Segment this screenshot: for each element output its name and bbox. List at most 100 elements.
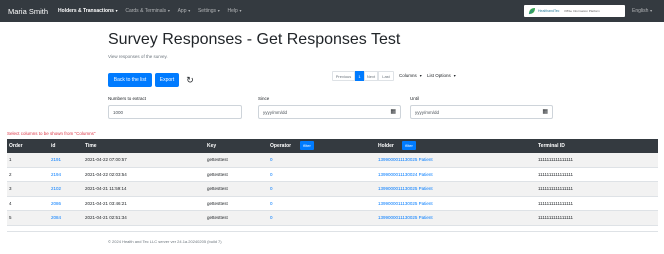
nav-holders-transactions[interactable]: Holders & Transactions▼ <box>58 8 118 14</box>
since-placeholder: yyyy/mm/dd <box>263 109 288 115</box>
cell-holder-link[interactable]: 1399000011130025 Patient <box>378 186 433 191</box>
cell-order: 2 <box>9 171 12 177</box>
cell-id-link[interactable]: 2084 <box>51 215 61 220</box>
cell-terminal-id: 1111111111111111 <box>538 200 574 206</box>
table-row[interactable]: 5 2084 2021-04-21 02:51:34 gettesttest 0… <box>7 211 658 226</box>
cell-id-link[interactable]: 2194 <box>51 172 61 177</box>
nav-help[interactable]: Help▼ <box>228 8 243 14</box>
page-title: Survey Responses - Get Responses Test <box>108 31 401 48</box>
table-row[interactable]: 1 2191 2021-04-22 07:00:57 gettesttest 0… <box>7 153 658 168</box>
cell-operator-link[interactable]: 0 <box>270 215 273 220</box>
cell-time: 2021-04-21 11:59:14 <box>85 186 127 191</box>
cell-time: 2021-04-22 02:03:54 <box>85 171 127 177</box>
cell-order: 5 <box>9 215 12 220</box>
logo-text: HealthandTec <box>538 9 560 13</box>
cell-holder-link[interactable]: 1399000011130025 Patient <box>378 157 433 162</box>
header-time[interactable]: Time <box>85 143 97 149</box>
nav-cards-terminals-label: Cards & Terminals <box>125 8 167 14</box>
caret-down-icon: ▼ <box>453 74 457 78</box>
caret-down-icon: ▼ <box>217 9 221 13</box>
table-body: 1 2191 2021-04-22 07:00:57 gettesttest 0… <box>7 153 658 226</box>
header-holder[interactable]: Holder <box>378 143 394 149</box>
nav-holders-transactions-label: Holders & Transactions <box>58 8 114 14</box>
user-name[interactable]: Maria Smith <box>8 7 48 16</box>
calendar-icon[interactable]: ▦ <box>542 108 548 115</box>
cell-key: gettesttest <box>207 157 228 162</box>
caret-down-icon: ▼ <box>649 9 653 13</box>
page-subtitle: View responses of the survey. <box>108 54 168 59</box>
holder-filter-button[interactable]: filter <box>402 141 416 150</box>
since-date-input[interactable]: yyyy/mm/dd ▦ <box>258 105 401 119</box>
until-label: Until <box>410 96 420 101</box>
cell-key: gettesttest <box>207 186 228 191</box>
caret-down-icon: ▼ <box>167 9 171 13</box>
cell-operator-link[interactable]: 0 <box>270 201 273 206</box>
nav-settings[interactable]: Settings▼ <box>198 8 221 14</box>
cell-holder-link[interactable]: 1399000011130024 Patient <box>378 172 433 177</box>
cell-operator-link[interactable]: 0 <box>270 157 273 162</box>
pager-page-1[interactable]: 1 <box>355 71 364 81</box>
cell-order: 4 <box>9 200 12 206</box>
cell-terminal-id: 1111111111111111 <box>538 157 574 162</box>
nav-settings-label: Settings <box>197 8 217 14</box>
numbers-to-extract-label: Numbers to extract <box>108 96 147 101</box>
table-row[interactable]: 4 2086 2021-04-21 03:46:21 gettesttest 0… <box>7 197 658 211</box>
logo-subtext: KBSe Information Platform <box>564 9 600 13</box>
caret-down-icon: ▼ <box>419 74 423 78</box>
cell-key: gettesttest <box>207 200 228 206</box>
language-selector[interactable]: English▼ <box>632 8 653 14</box>
nav-help-label: Help <box>227 8 238 14</box>
header-key[interactable]: Key <box>207 143 216 149</box>
header-order[interactable]: Order <box>9 143 23 149</box>
cell-terminal-id: 1111111111111111 <box>538 215 574 220</box>
pager-next[interactable]: Next <box>364 71 378 81</box>
caret-down-icon: ▼ <box>114 9 119 13</box>
footer-copyright: © 2024 Health and Tec LLC server ver 24.… <box>108 239 222 244</box>
pager-previous[interactable]: Previous <box>332 71 355 81</box>
until-placeholder: yyyy/mm/dd <box>415 109 440 115</box>
nav-app[interactable]: App▼ <box>178 8 191 14</box>
until-date-input[interactable]: yyyy/mm/dd ▦ <box>410 105 553 119</box>
nav-cards-terminals[interactable]: Cards & Terminals▼ <box>125 8 170 14</box>
cell-holder-link[interactable]: 1399000011130025 Patient <box>378 215 433 220</box>
list-options-dropdown[interactable]: List Options ▼ <box>427 73 457 78</box>
cell-operator-link[interactable]: 0 <box>270 186 273 191</box>
cell-time: 2021-04-22 07:00:57 <box>85 157 127 162</box>
cell-id-link[interactable]: 2086 <box>51 201 61 206</box>
cell-order: 3 <box>9 186 12 191</box>
cell-operator-link[interactable]: 0 <box>270 172 273 177</box>
cell-terminal-id: 1111111111111111 <box>538 171 574 177</box>
since-label: Since <box>258 96 270 101</box>
leaf-logo-icon <box>528 8 535 15</box>
table-row[interactable]: 2 2194 2021-04-22 02:03:54 gettesttest 0… <box>7 168 658 182</box>
columns-hint: Select columns to be shown from "Columns… <box>7 131 96 136</box>
columns-dropdown-label: Columns <box>399 73 417 78</box>
caret-down-icon: ▼ <box>238 9 243 13</box>
columns-dropdown[interactable]: Columns ▼ <box>399 73 423 78</box>
cell-time: 2021-04-21 02:51:34 <box>85 215 127 220</box>
table-header: Order id Time Key Operator filter Holder… <box>7 139 658 153</box>
list-options-label: List Options <box>427 73 451 78</box>
export-button[interactable]: Export <box>155 73 179 87</box>
table-row[interactable]: 3 2102 2021-04-21 11:59:14 gettesttest 0… <box>7 182 658 197</box>
cell-holder-link[interactable]: 1399000011130025 Patient <box>378 201 433 206</box>
header-id[interactable]: id <box>51 143 55 149</box>
refresh-icon[interactable]: ↻ <box>184 74 196 86</box>
pager-last[interactable]: Last <box>378 71 394 81</box>
language-label: English <box>632 8 649 14</box>
cell-id-link[interactable]: 2191 <box>51 157 61 162</box>
footer-divider <box>7 231 658 232</box>
caret-down-icon: ▼ <box>187 9 191 13</box>
back-to-list-button[interactable]: Back to the list <box>108 73 152 87</box>
nav-app-label: App <box>177 8 187 14</box>
cell-id-link[interactable]: 2102 <box>51 186 61 191</box>
cell-key: gettesttest <box>207 171 228 177</box>
calendar-icon[interactable]: ▦ <box>390 108 396 115</box>
header-terminal-id[interactable]: Terminal ID <box>538 143 565 149</box>
company-logo: HealthandTec KBSe Information Platform <box>524 5 625 17</box>
cell-key: gettesttest <box>207 215 228 220</box>
cell-order: 1 <box>9 157 12 162</box>
header-operator[interactable]: Operator <box>270 143 291 149</box>
operator-filter-button[interactable]: filter <box>300 141 314 150</box>
numbers-to-extract-input[interactable]: 1000 <box>108 105 242 119</box>
